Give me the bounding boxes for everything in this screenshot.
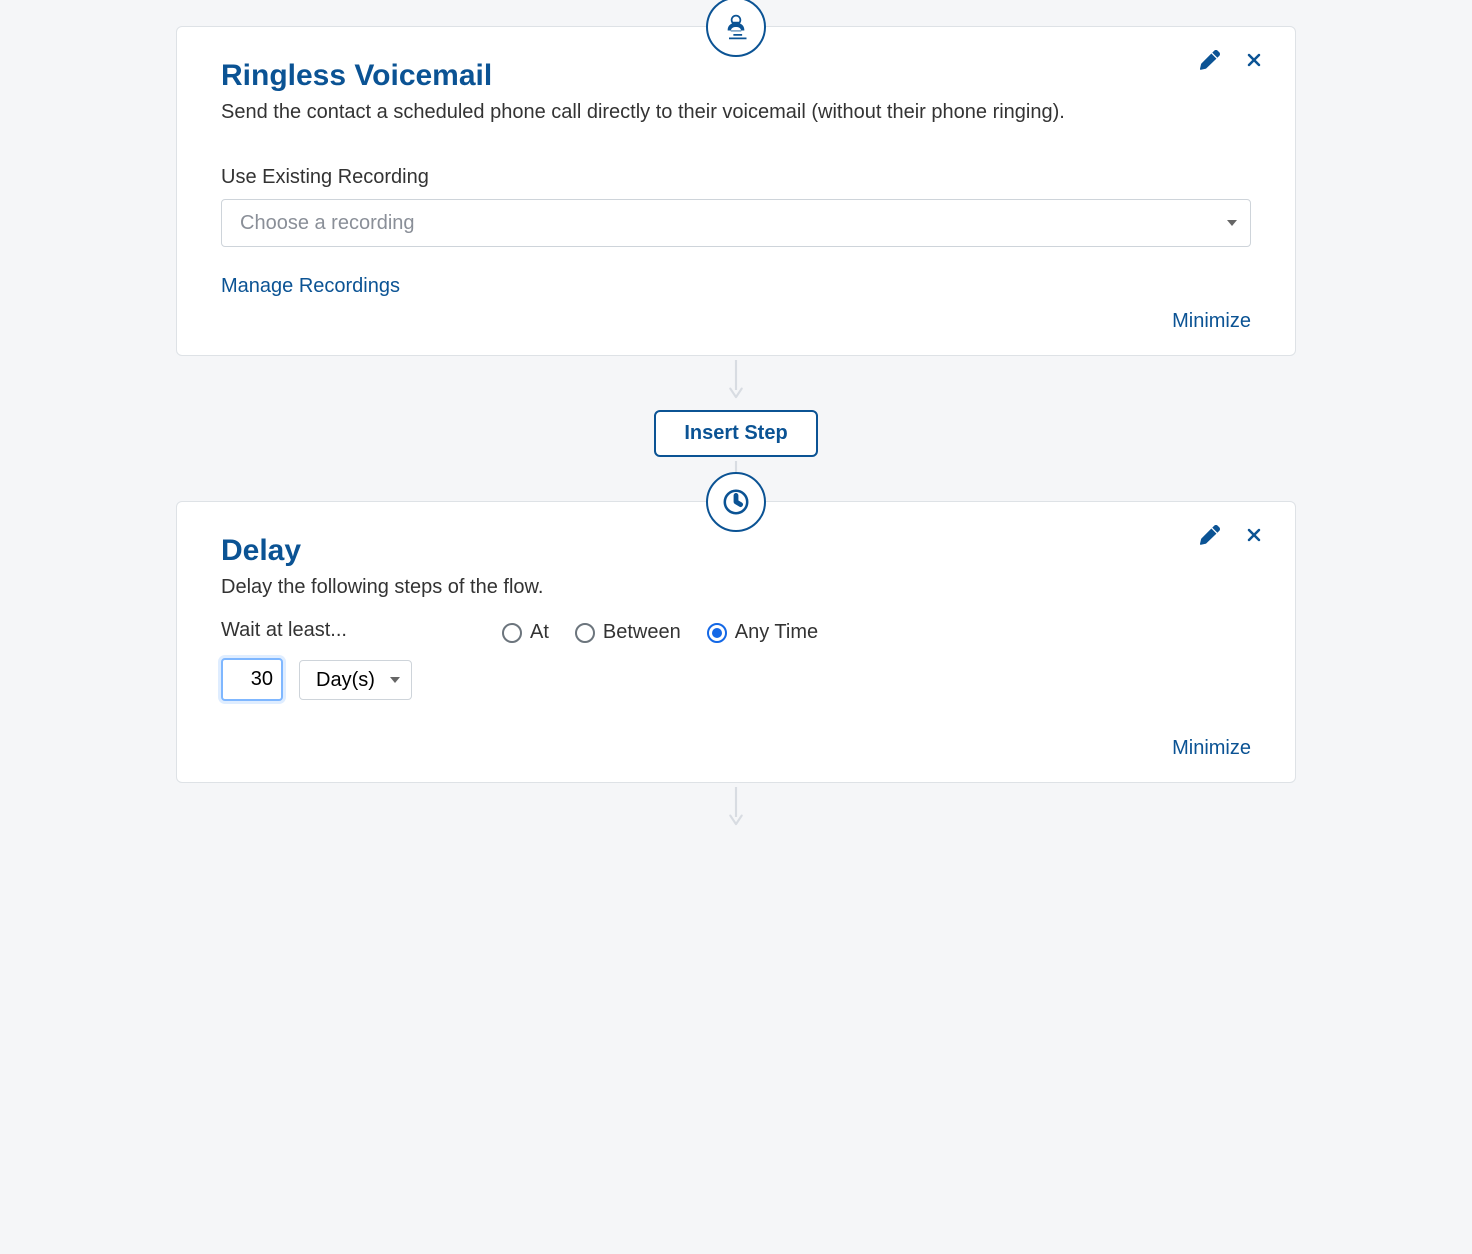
wait-label: Wait at least... [221,619,412,642]
radio-circle-icon [502,623,522,643]
delay-card: Delay Delay the following steps of the f… [176,501,1296,783]
minimize-link[interactable]: Minimize [1172,737,1251,759]
recording-field-label: Use Existing Recording [221,166,1251,189]
ringless-voicemail-card: Ringless Voicemail Send the contact a sc… [176,26,1296,356]
card-description: Send the contact a scheduled phone call … [221,101,1251,124]
arrow-down-icon [723,787,749,833]
radio-circle-icon [707,623,727,643]
arrow-down-icon [723,360,749,406]
recording-select-wrap: Choose a recording [221,199,1251,247]
edit-icon[interactable] [1199,49,1221,71]
minimize-link[interactable]: Minimize [1172,310,1251,332]
card-title: Delay [221,534,1251,568]
clock-icon [706,472,766,532]
radio-label: At [530,621,549,644]
card-description: Delay the following steps of the flow. [221,576,1251,599]
radio-at[interactable]: At [502,621,549,644]
manage-recordings-link[interactable]: Manage Recordings [221,275,400,298]
time-mode-radios: At Between Any Time [502,621,818,644]
radio-any-time[interactable]: Any Time [707,621,818,644]
radio-between[interactable]: Between [575,621,681,644]
wait-unit-select[interactable]: Day(s) [299,660,412,700]
close-icon[interactable] [1243,49,1265,71]
close-icon[interactable] [1243,524,1265,546]
radio-label: Any Time [735,621,818,644]
recording-select[interactable]: Choose a recording [221,199,1251,247]
wait-value-input[interactable] [221,658,283,701]
edit-icon[interactable] [1199,524,1221,546]
radio-circle-icon [575,623,595,643]
voicemail-spy-icon [706,0,766,57]
radio-label: Between [603,621,681,644]
insert-step-button[interactable]: Insert Step [654,410,817,457]
card-title: Ringless Voicemail [221,59,1251,93]
